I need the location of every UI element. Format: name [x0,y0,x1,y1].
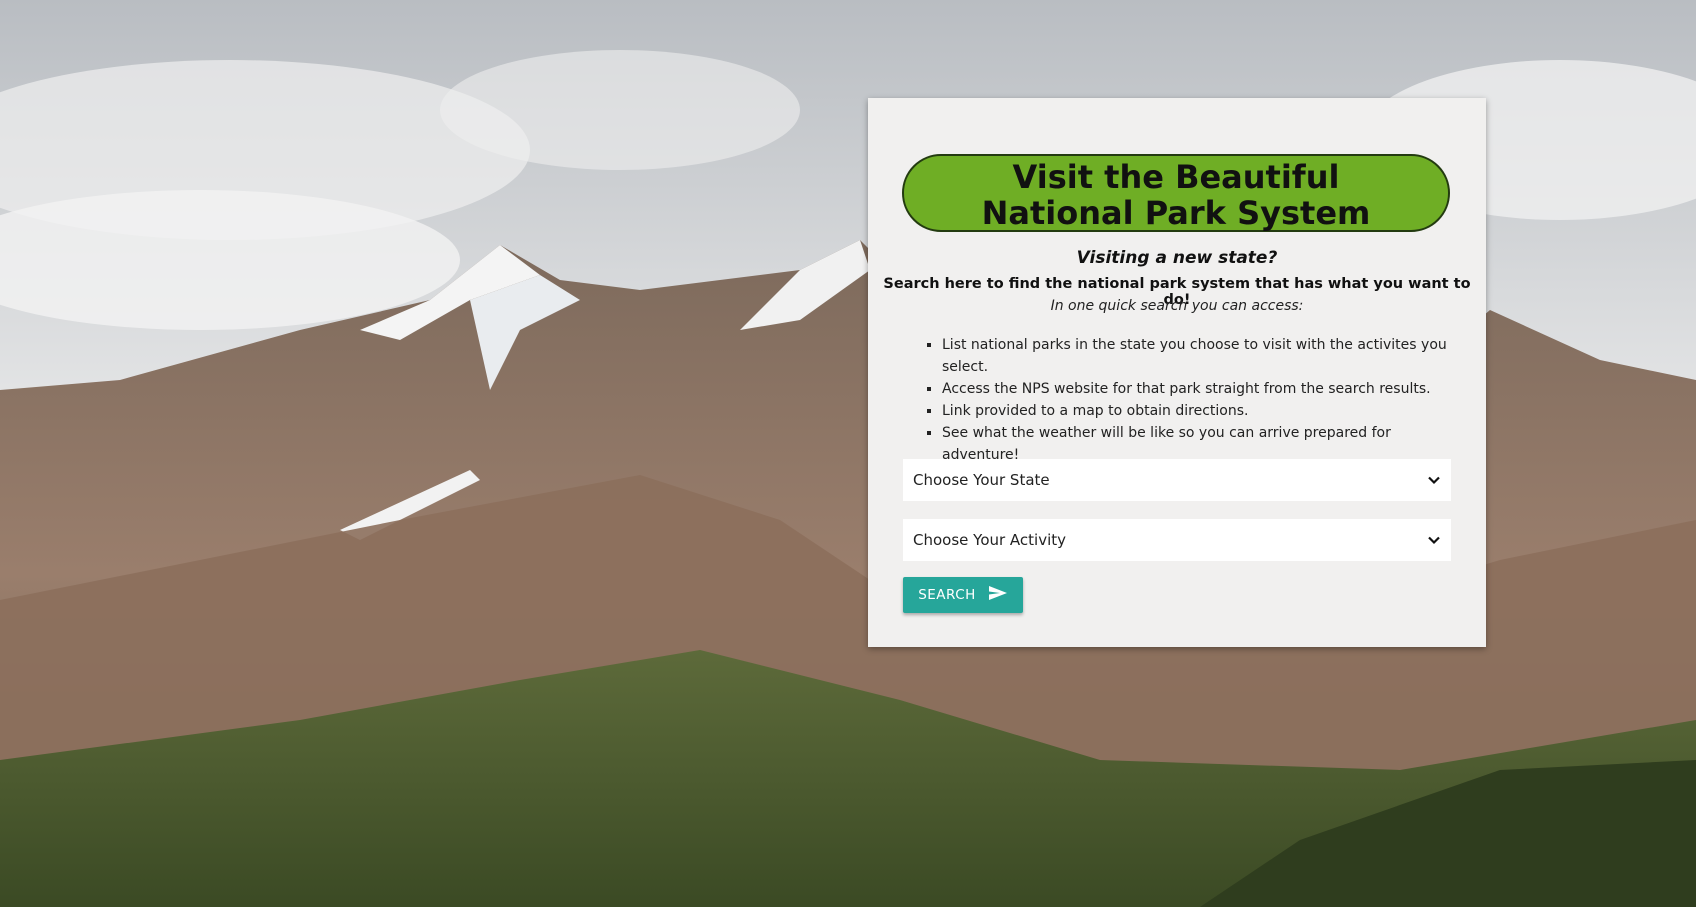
search-card: Visit the Beautiful National Park System… [868,98,1486,647]
search-button[interactable]: SEARCH [903,577,1023,613]
list-item: Link provided to a map to obtain directi… [942,400,1462,422]
chevron-down-icon [1427,533,1441,547]
search-button-label: SEARCH [918,587,976,603]
activity-select-value: Choose Your Activity [913,531,1067,549]
send-icon [988,585,1008,605]
feature-list: List national parks in the state you cho… [924,334,1462,466]
state-select[interactable]: Choose Your State [903,459,1451,501]
page-title-line-2: National Park System [981,194,1371,232]
page-title-line-1: Visit the Beautiful [1012,158,1340,196]
activity-select[interactable]: Choose Your Activity [903,519,1451,561]
chevron-down-icon [1427,473,1441,487]
title-banner: Visit the Beautiful National Park System [902,154,1450,232]
list-item: Access the NPS website for that park str… [942,378,1462,400]
subheading: Visiting a new state? [1076,248,1278,268]
state-select-value: Choose Your State [913,471,1050,489]
intro-text: In one quick search you can access: [1050,298,1304,314]
list-item: List national parks in the state you cho… [942,334,1462,378]
